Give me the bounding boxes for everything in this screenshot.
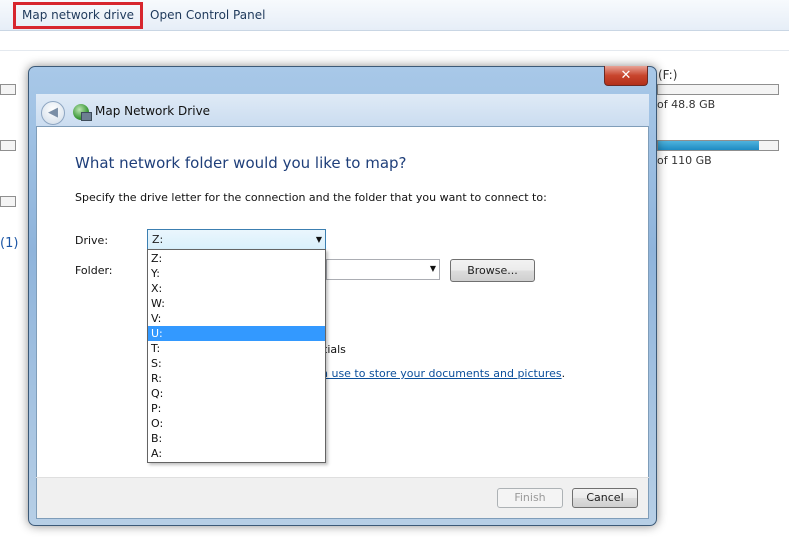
drive-option[interactable]: O: — [148, 416, 325, 431]
drive-g-usage-bar — [657, 140, 779, 151]
drive-option[interactable]: Y: — [148, 266, 325, 281]
drive-option[interactable]: Z: — [148, 251, 325, 266]
back-arrow-icon[interactable]: ◀ — [41, 101, 65, 125]
drive-option[interactable]: Q: — [148, 386, 325, 401]
drive-f-usage-bar — [657, 84, 779, 95]
drive-select-value: Z: — [152, 233, 164, 246]
cancel-button[interactable]: Cancel — [572, 488, 638, 508]
drive-option[interactable]: T: — [148, 341, 325, 356]
dialog-content — [36, 126, 649, 519]
drive-option[interactable]: X: — [148, 281, 325, 296]
network-drive-icon — [73, 104, 92, 121]
drive-usage-bar — [0, 140, 16, 151]
drive-g-size: of 110 GB — [657, 154, 712, 167]
drive-option[interactable]: P: — [148, 401, 325, 416]
close-button[interactable]: ✕ — [604, 66, 648, 86]
explorer-toolbar: Map network drive Open Control Panel — [0, 0, 789, 31]
browse-button[interactable]: Browse... — [450, 259, 535, 282]
chevron-down-icon: ▼ — [429, 264, 436, 273]
drive-option[interactable]: R: — [148, 371, 325, 386]
dialog-title: Map Network Drive — [95, 104, 211, 118]
drive-option[interactable]: W: — [148, 296, 325, 311]
page-heading: What network folder would you like to ma… — [75, 154, 407, 172]
drive-option[interactable]: A: — [148, 446, 325, 461]
chevron-down-icon: ▼ — [315, 235, 322, 244]
drive-option[interactable]: U: — [148, 326, 325, 341]
drive-usage-bar — [0, 196, 16, 207]
map-network-drive-button[interactable]: Map network drive — [13, 2, 144, 29]
folder-label: Folder: — [75, 264, 113, 277]
folder-input[interactable]: ▼ — [326, 259, 440, 280]
drive-label: Drive: — [75, 234, 109, 247]
link-period: . — [561, 367, 566, 380]
storage-link-text[interactable]: n use to store your documents and pictur… — [321, 367, 562, 380]
drive-option[interactable]: S: — [148, 356, 325, 371]
map-network-drive-dialog: ✕ ◀ Map Network Drive What network folde… — [28, 66, 657, 526]
drive-f-size: of 48.8 GB — [657, 98, 716, 111]
storage-link[interactable]: n use to store your documents and pictur… — [321, 367, 565, 380]
drive-usage-bar — [0, 84, 16, 95]
drive-option[interactable]: B: — [148, 431, 325, 446]
toolbar-separator — [0, 50, 789, 51]
credentials-option-text: tials — [323, 343, 346, 356]
finish-button: Finish — [497, 488, 563, 508]
group-count[interactable]: (1) — [0, 236, 18, 251]
drive-letter-dropdown[interactable]: Z: Y: X: W: V: U: T: S: R: Q: P: O: B: A: — [147, 249, 326, 463]
drive-select[interactable]: Z: ▼ — [147, 229, 326, 250]
instructions-text: Specify the drive letter for the connect… — [75, 191, 547, 204]
open-control-panel-button[interactable]: Open Control Panel — [144, 2, 271, 28]
drive-f-label: (F:) — [658, 68, 678, 82]
drive-option[interactable]: V: — [148, 311, 325, 326]
